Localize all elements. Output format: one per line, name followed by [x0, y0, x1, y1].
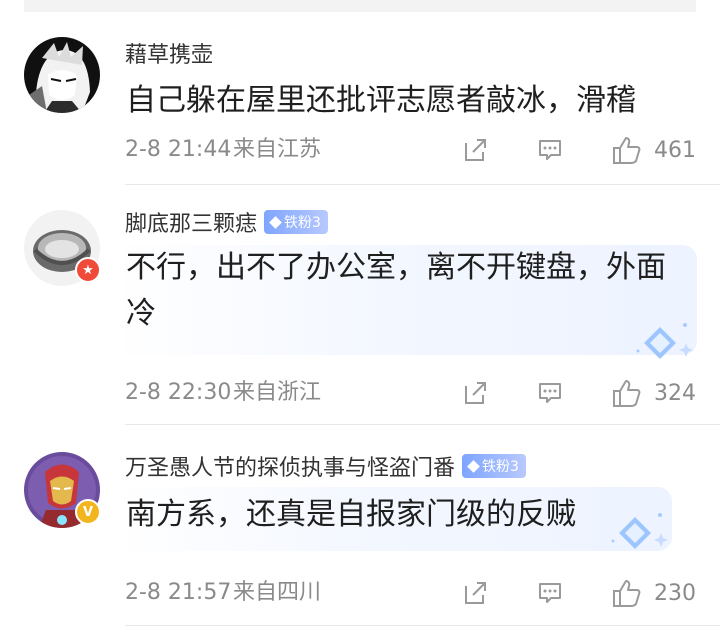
- username[interactable]: 藉草携壶: [125, 37, 213, 69]
- previous-item-strip: [24, 0, 696, 12]
- comment-time: 2-8 21:57: [125, 580, 232, 605]
- reply-button[interactable]: [535, 576, 565, 610]
- v-badge-icon: V: [75, 499, 101, 525]
- comment-text: 不行，出不了办公室，离不开键盘，外面冷: [126, 250, 666, 331]
- comment-location: 来自江苏: [233, 137, 322, 162]
- comment-divider: [125, 625, 720, 626]
- comment-content-box: 自己躲在屋里还批评志愿者敲冰，滑稽: [112, 78, 682, 132]
- share-icon: [465, 582, 486, 604]
- comment-meta-row: 2-8 22:30 来自浙江 324: [125, 376, 696, 410]
- share-button[interactable]: [460, 376, 490, 410]
- username-row: 脚底那三颗痣 铁粉3: [125, 205, 328, 239]
- comment-meta-row: 2-8 21:44 来自江苏 461: [125, 133, 696, 167]
- comment-icon: [539, 140, 561, 160]
- share-button[interactable]: [460, 576, 490, 610]
- like-button[interactable]: 324: [610, 376, 696, 410]
- comment-icon: [539, 383, 561, 403]
- username-row: 藉草携壶: [125, 36, 213, 70]
- share-button[interactable]: [460, 133, 490, 167]
- thumbs-up-icon: [613, 580, 641, 607]
- comment-item: V 万圣愚人节的探侦执事与怪盗门番 铁粉3 南方系，还真是自报家门级的反贼 2-…: [0, 425, 720, 627]
- thumbs-up-icon: [613, 137, 641, 164]
- comment-content-box: 南方系，还真是自报家门级的反贼: [112, 487, 672, 551]
- comment-text: 自己躲在屋里还批评志愿者敲冰，滑稽: [126, 83, 636, 118]
- reply-button[interactable]: [535, 133, 565, 167]
- anime-character-avatar-image: [24, 37, 100, 113]
- comment-meta-row: 2-8 21:57 来自四川 230: [125, 576, 696, 610]
- reply-button[interactable]: [535, 376, 565, 410]
- like-count: 324: [654, 380, 696, 406]
- share-icon: [465, 139, 486, 161]
- share-icon: [465, 382, 486, 404]
- username[interactable]: 万圣愚人节的探侦执事与怪盗门番: [125, 450, 455, 482]
- comment-location: 来自四川: [233, 580, 322, 605]
- username[interactable]: 脚底那三颗痣: [125, 206, 257, 238]
- fan-badge-label: 铁粉3: [482, 459, 519, 475]
- star-badge-icon: ★: [75, 257, 101, 283]
- like-button[interactable]: 461: [610, 133, 696, 167]
- like-button[interactable]: 230: [610, 576, 696, 610]
- diamond-icon: [467, 459, 480, 473]
- comment-content-box: 不行，出不了办公室，离不开键盘，外面冷: [112, 245, 697, 355]
- comment-item: 藉草携壶 自己躲在屋里还批评志愿者敲冰，滑稽 2-8 21:44 来自江苏 46…: [0, 20, 720, 185]
- diamond-sparkle-icon: [611, 513, 668, 549]
- comment-location: 来自浙江: [233, 380, 322, 405]
- diamond-icon: [269, 215, 282, 229]
- like-count: 230: [654, 580, 696, 606]
- fan-badge[interactable]: 铁粉3: [462, 454, 526, 478]
- username-row: 万圣愚人节的探侦执事与怪盗门番 铁粉3: [125, 449, 526, 483]
- comment-text: 南方系，还真是自报家门级的反贼: [126, 497, 576, 532]
- avatar[interactable]: [24, 37, 100, 113]
- fan-badge[interactable]: 铁粉3: [264, 210, 328, 234]
- diamond-sparkle-icon: [636, 323, 693, 359]
- like-count: 461: [654, 137, 696, 163]
- comment-item: ★ 脚底那三颗痣 铁粉3 不行，出不了办公室，离不开键盘，外面冷 2-8 22:…: [0, 185, 720, 425]
- fan-badge-label: 铁粉3: [284, 215, 321, 231]
- comment-time: 2-8 21:44: [125, 137, 232, 162]
- comment-icon: [539, 583, 561, 603]
- thumbs-up-icon: [613, 380, 641, 407]
- comment-time: 2-8 22:30: [125, 380, 232, 405]
